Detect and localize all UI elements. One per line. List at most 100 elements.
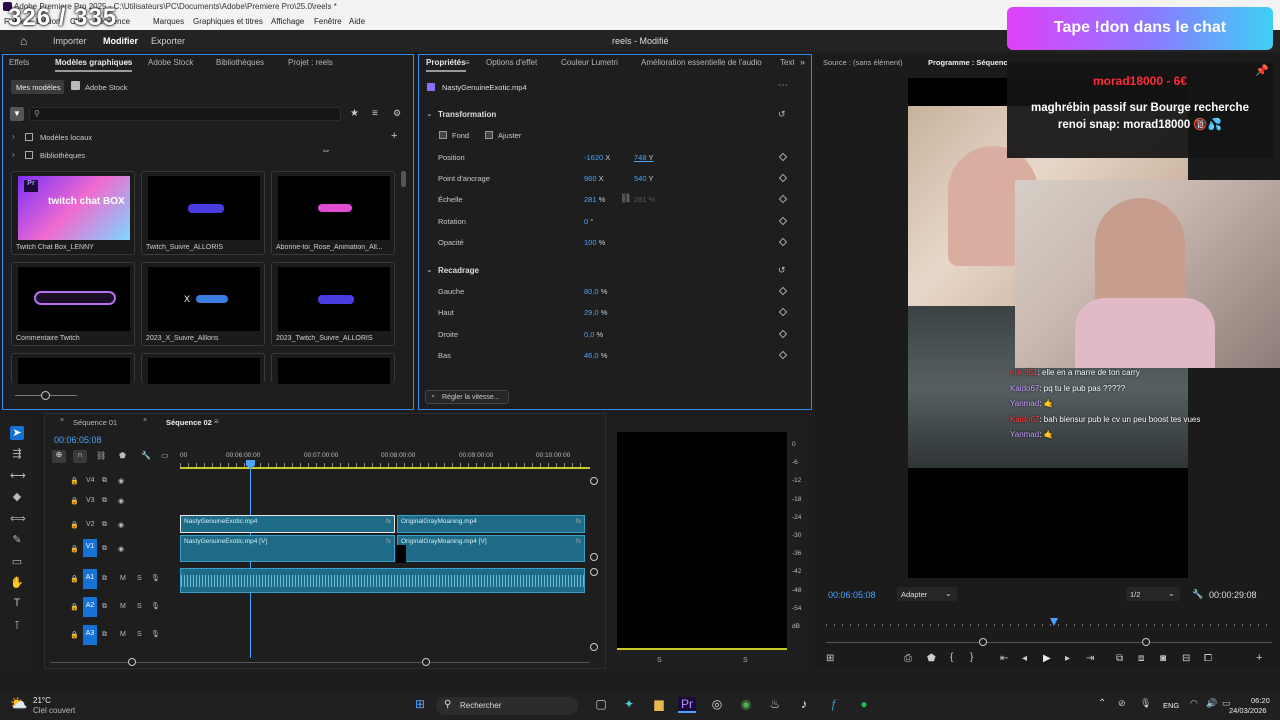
- network-off-icon[interactable]: ⊘: [1118, 698, 1126, 709]
- workspace-modifier[interactable]: Modifier: [103, 36, 138, 46]
- chevron-right-icon[interactable]: ›: [12, 132, 15, 141]
- app-icon[interactable]: ƒ: [825, 697, 843, 713]
- menu-fenetre[interactable]: Fenêtre: [314, 17, 342, 26]
- steam-icon[interactable]: ♨: [766, 697, 784, 713]
- speed-button[interactable]: ◔ Régler la vitesse...: [425, 390, 509, 404]
- vscroll-handle[interactable]: [590, 553, 598, 561]
- timeline-timecode[interactable]: 00:06:05:08: [54, 435, 102, 445]
- template-tile[interactable]: Abonne-toi_Rose_Animation_All...: [271, 171, 395, 255]
- solo-left[interactable]: S: [657, 657, 662, 664]
- wifi-icon[interactable]: ◠: [1190, 698, 1198, 709]
- hscroll-handle-left[interactable]: [128, 658, 136, 666]
- position-x[interactable]: -1620 X: [584, 153, 610, 162]
- rotation-value[interactable]: 0 °: [584, 217, 593, 226]
- lock-icon[interactable]: 🔒: [70, 575, 79, 583]
- work-area-bar[interactable]: [180, 467, 590, 469]
- lock-icon[interactable]: 🔒: [70, 631, 79, 639]
- track-label-a2[interactable]: A2: [83, 597, 97, 617]
- sync-icon[interactable]: ⧉: [102, 477, 107, 485]
- workspace-exporter[interactable]: Exporter: [151, 36, 185, 46]
- menu-affichage[interactable]: Affichage: [271, 17, 304, 26]
- more-tabs-icon[interactable]: »: [800, 57, 805, 67]
- captions-icon[interactable]: ▭: [161, 451, 169, 460]
- template-tile[interactable]: [11, 353, 135, 384]
- sync-icon[interactable]: ⧉: [102, 575, 107, 583]
- tab-modeles-graphiques[interactable]: Modèles graphiques: [55, 58, 133, 72]
- audio-clip[interactable]: [180, 568, 585, 593]
- tab-couleur-lumetri[interactable]: Couleur Lumetri: [561, 58, 618, 67]
- lock-icon[interactable]: 🔒: [70, 603, 79, 611]
- track-select-icon[interactable]: ⇶: [10, 447, 24, 461]
- solo-button[interactable]: S: [137, 603, 142, 610]
- app-icon[interactable]: ◎: [708, 697, 726, 713]
- home-icon[interactable]: ⌂: [20, 34, 27, 48]
- timeline-clip[interactable]: NastyGenuineExotic.mp4 fx: [180, 515, 395, 533]
- tree-modeles-locaux[interactable]: Modèles locaux: [40, 133, 92, 142]
- tab-texte[interactable]: Texte: [780, 58, 794, 67]
- pen-icon[interactable]: ✎: [10, 533, 24, 547]
- subtab-mes-modeles[interactable]: Mes modèles: [11, 80, 64, 94]
- type-tool-icon[interactable]: T: [10, 597, 24, 611]
- solo-right[interactable]: S: [743, 657, 748, 664]
- lock-icon[interactable]: 🔒: [70, 545, 79, 553]
- language-indicator[interactable]: ENG: [1163, 701, 1179, 710]
- overwrite-icon[interactable]: ⧈: [1138, 653, 1144, 664]
- selection-tool-icon[interactable]: ➤: [10, 426, 24, 440]
- multicam-icon[interactable]: ⧠: [1204, 653, 1212, 664]
- template-tile[interactable]: Twitch_Suivre_ALLORIS: [141, 171, 265, 255]
- lock-icon[interactable]: 🔒: [70, 477, 79, 485]
- insert-icon[interactable]: ⧉: [1116, 653, 1123, 664]
- timeline-settings-icon[interactable]: 🔧: [141, 451, 151, 460]
- menu-aide[interactable]: Aide: [349, 17, 365, 26]
- tab-bibliotheques[interactable]: Bibliothèques: [216, 58, 264, 67]
- sync-icon[interactable]: ⧉: [102, 521, 107, 529]
- panel-menu-icon[interactable]: ≡: [214, 417, 219, 426]
- more-options-icon[interactable]: ⋯: [778, 80, 788, 91]
- snap-icon[interactable]: ∩: [73, 450, 87, 463]
- vscroll-handle[interactable]: [590, 477, 598, 485]
- clock-time[interactable]: 06:20: [1251, 696, 1270, 705]
- linked-selection-icon[interactable]: ⛓: [96, 451, 106, 460]
- marker-icon[interactable]: ⬟: [927, 653, 936, 664]
- mic-icon[interactable]: 🎙: [151, 602, 160, 610]
- vscroll-handle[interactable]: [590, 643, 598, 651]
- chevron-up-icon[interactable]: ⌃: [1098, 698, 1106, 709]
- crop-left-value[interactable]: 80,0 %: [584, 287, 607, 296]
- reset-icon[interactable]: ↺: [778, 265, 786, 276]
- template-tile[interactable]: [271, 353, 395, 384]
- track-label-v1[interactable]: V1: [83, 539, 97, 557]
- caption-tool-icon[interactable]: ⊺: [10, 619, 24, 633]
- tab-programme[interactable]: Programme : Séquence 02: [928, 58, 1008, 67]
- link-icon[interactable]: ⛓: [620, 193, 631, 204]
- lock-icon[interactable]: 🔒: [70, 521, 79, 529]
- tab-sequence-02[interactable]: Séquence 02: [166, 418, 212, 427]
- eye-icon[interactable]: ◉: [118, 521, 124, 529]
- scrollbar[interactable]: [401, 171, 406, 187]
- vscroll-handle[interactable]: [590, 568, 598, 576]
- premiere-taskbar-icon[interactable]: Pr: [678, 697, 696, 713]
- volume-icon[interactable]: 🔊: [1206, 698, 1217, 709]
- fit-select[interactable]: Adapter ⌄: [897, 587, 957, 601]
- program-timecode[interactable]: 00:06:05:08: [828, 590, 876, 600]
- anchor-x[interactable]: 960 X: [584, 174, 604, 183]
- hscroll-handle-right[interactable]: [422, 658, 430, 666]
- windows-start-icon[interactable]: ⊞: [411, 697, 429, 713]
- fill-option-fond[interactable]: Fond: [452, 131, 469, 140]
- timeline-clip[interactable]: OriginalGrayMoaning.mp4 fx: [397, 515, 585, 533]
- sync-icon[interactable]: ⧉: [102, 631, 107, 639]
- fill-option-ajuster[interactable]: Ajuster: [498, 131, 521, 140]
- anchor-y[interactable]: 540 Y: [634, 174, 653, 183]
- lock-icon[interactable]: 🔒: [70, 497, 79, 505]
- list-view-icon[interactable]: ≡: [372, 108, 378, 119]
- monitor-time-ruler[interactable]: [826, 624, 1272, 626]
- checkbox-modeles-locaux[interactable]: [25, 133, 33, 141]
- taskbar-search[interactable]: ⚲ Rechercher: [436, 697, 578, 715]
- tab-sequence-01[interactable]: Séquence 01: [73, 418, 117, 427]
- scale-width[interactable]: 281 %: [584, 195, 605, 204]
- add-button-icon[interactable]: +: [1256, 652, 1262, 664]
- sync-icon[interactable]: ⧉: [102, 603, 107, 611]
- mark-in-icon[interactable]: {: [950, 652, 953, 663]
- insert-nest-icon[interactable]: ⊕: [52, 450, 66, 463]
- menu-graphiques[interactable]: Graphiques et titres: [193, 17, 263, 26]
- panel-menu-icon[interactable]: ≡: [465, 58, 470, 67]
